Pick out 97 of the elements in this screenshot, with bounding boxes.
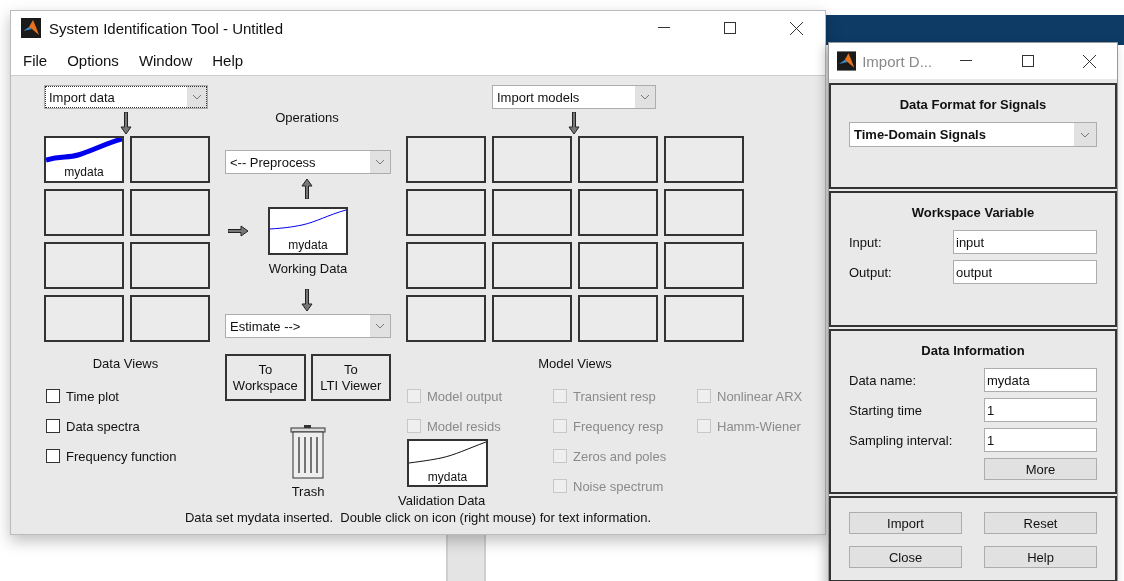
checkbox-label: Nonlinear ARX: [717, 388, 803, 404]
maximize-icon[interactable]: [724, 22, 736, 34]
export-button[interactable]: To LTI Viewer: [310, 354, 391, 401]
dialog-button[interactable]: Import: [849, 512, 962, 534]
import-models-dropdown[interactable]: Import models: [492, 85, 656, 109]
close-icon[interactable]: [789, 21, 803, 35]
checkbox-label: Zeros and poles: [573, 448, 667, 464]
empty-slot[interactable]: [578, 189, 658, 236]
window-title: System Identification Tool - Untitled: [49, 19, 284, 37]
checkbox[interactable]: [46, 419, 60, 433]
empty-slot[interactable]: [130, 242, 210, 289]
dialog-button[interactable]: Close: [849, 546, 962, 568]
empty-slot[interactable]: [130, 189, 210, 236]
checkbox-label: Data spectra: [66, 418, 140, 434]
panel-title: Data Information: [920, 343, 1026, 358]
empty-slot[interactable]: [130, 295, 210, 342]
panel-title: Data Format for Signals: [898, 97, 1048, 112]
empty-slot[interactable]: [492, 242, 572, 289]
empty-slot[interactable]: [406, 189, 486, 236]
arrow-down-icon: [120, 112, 132, 134]
more-button[interactable]: More: [984, 458, 1097, 480]
field-label: Starting time: [849, 402, 922, 418]
app-logo-icon: [21, 18, 41, 38]
empty-slot[interactable]: [406, 242, 486, 289]
checkbox-label: Model output: [427, 388, 503, 404]
trash-icon[interactable]: [290, 425, 326, 479]
close-icon[interactable]: [1082, 54, 1096, 68]
empty-slot[interactable]: [130, 136, 210, 183]
empty-slot[interactable]: [664, 242, 744, 289]
input-field[interactable]: 1: [984, 398, 1097, 422]
caret-icon: [1080, 131, 1090, 138]
window-title: Import D...: [862, 52, 933, 70]
checkbox[interactable]: [46, 389, 60, 403]
export-button[interactable]: To Workspace: [225, 354, 306, 401]
input-field[interactable]: mydata: [984, 368, 1097, 392]
checkbox[interactable]: [46, 449, 60, 463]
caret-icon: [375, 159, 385, 165]
empty-slot[interactable]: [578, 295, 658, 342]
validation-data-icon[interactable]: mydata: [407, 439, 488, 487]
input-field[interactable]: input: [953, 230, 1097, 254]
preprocess-dropdown[interactable]: <-- Preprocess: [225, 150, 391, 174]
empty-slot[interactable]: [492, 295, 572, 342]
import-data-dropdown[interactable]: Import data: [44, 85, 208, 109]
dialog-button[interactable]: Reset: [984, 512, 1097, 534]
empty-slot[interactable]: [44, 189, 124, 236]
caret-icon: [192, 94, 202, 100]
data-icon[interactable]: mydata: [44, 136, 124, 183]
minimize-icon[interactable]: [658, 27, 670, 29]
arrow-up-icon: [301, 179, 313, 199]
dialog-button[interactable]: Help: [984, 546, 1097, 568]
app-logo-icon: [837, 51, 857, 71]
status-message: Data set mydata inserted. Double click on icon (right mouse) for text information.: [183, 510, 652, 525]
field-label: Input:: [849, 234, 882, 250]
caret-icon: [640, 94, 650, 100]
input-field[interactable]: 1: [984, 428, 1097, 452]
empty-slot[interactable]: [44, 295, 124, 342]
empty-slot[interactable]: [406, 136, 486, 183]
working-data-caption: Working Data: [267, 261, 349, 276]
panel-title: Workspace Variable: [910, 205, 1036, 220]
empty-slot[interactable]: [664, 295, 744, 342]
arrow-right-icon: [228, 225, 248, 237]
empty-slot[interactable]: [664, 189, 744, 236]
section-label: Data Views: [91, 356, 160, 371]
empty-slot[interactable]: [578, 136, 658, 183]
empty-slot[interactable]: [406, 295, 486, 342]
empty-slot[interactable]: [44, 242, 124, 289]
estimate-dropdown[interactable]: Estimate -->: [225, 314, 391, 338]
empty-slot[interactable]: [578, 242, 658, 289]
field-label: Output:: [849, 264, 892, 280]
checkbox-label: Time plot: [66, 388, 119, 404]
maximize-icon[interactable]: [1021, 55, 1034, 67]
checkbox-label: Model resids: [427, 418, 501, 434]
menu-item[interactable]: File: [23, 49, 48, 71]
empty-slot[interactable]: [664, 136, 744, 183]
working-data-icon[interactable]: mydata: [268, 207, 348, 255]
menu-item[interactable]: Help: [212, 49, 244, 71]
checkbox-label: Transient resp: [573, 388, 656, 404]
caret-icon: [375, 323, 385, 329]
checkbox-label: Frequency function: [66, 448, 177, 464]
empty-slot[interactable]: [492, 136, 572, 183]
checkbox-label: Frequency resp: [573, 418, 664, 434]
minimize-icon[interactable]: [960, 60, 972, 62]
empty-slot[interactable]: [492, 189, 572, 236]
format-dropdown[interactable]: Time-Domain Signals: [849, 122, 1097, 147]
validation-data-caption: Validation Data: [398, 493, 486, 508]
arrow-down-icon: [301, 289, 313, 311]
section-label: Model Views: [537, 356, 613, 371]
trash-label: Trash: [291, 484, 325, 499]
field-label: Data name:: [849, 372, 917, 388]
menu-item[interactable]: Window: [138, 49, 193, 71]
menu-item[interactable]: Options: [67, 49, 119, 71]
checkbox-label: Noise spectrum: [573, 478, 664, 494]
field-label: Sampling interval:: [849, 432, 953, 448]
checkbox-label: Hamm-Wiener: [717, 418, 801, 434]
input-field[interactable]: output: [953, 260, 1097, 284]
section-label: Operations: [274, 110, 340, 125]
arrow-down-icon: [568, 112, 580, 134]
